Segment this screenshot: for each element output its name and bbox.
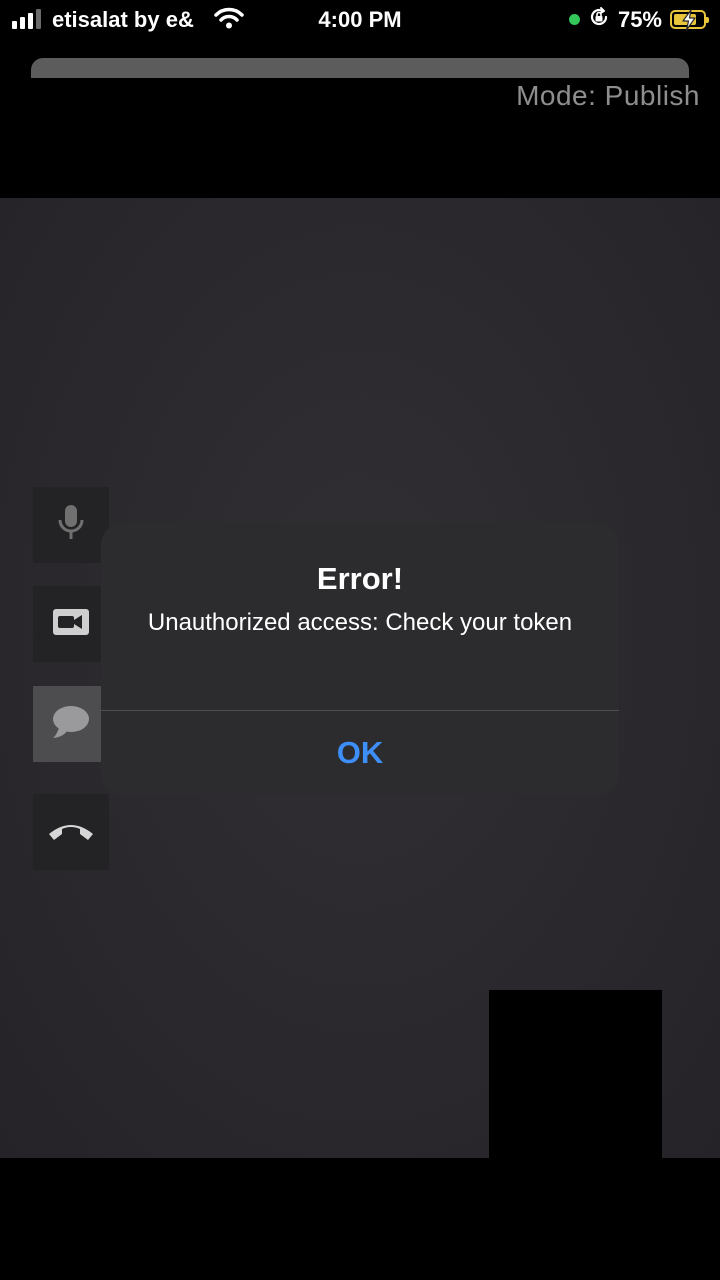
- microphone-icon: [56, 504, 86, 547]
- chat-button[interactable]: [33, 686, 109, 762]
- chat-bubble-icon: [51, 704, 91, 745]
- status-right-group: 75%: [568, 6, 709, 33]
- end-call-icon: [45, 818, 97, 847]
- mode-label: Mode: Publish: [516, 80, 700, 111]
- app-screen: etisalat by e& 4:00 PM 75% Mode: Publish…: [0, 0, 720, 1280]
- orientation-lock-icon: [588, 6, 610, 33]
- alert-ok-button[interactable]: OK: [101, 711, 619, 795]
- camera-in-use-indicator: [568, 14, 580, 25]
- video-camera-icon: [52, 607, 90, 642]
- battery-charging-icon: [670, 9, 709, 31]
- error-alert-dialog: Error! Unauthorized access: Check your t…: [101, 523, 619, 795]
- sheet-top-edge: [31, 58, 689, 78]
- battery-percentage: 75%: [617, 6, 662, 32]
- alert-title: Error!: [316, 561, 404, 596]
- local-video-preview: [489, 990, 662, 1158]
- mute-microphone-button[interactable]: [33, 487, 109, 563]
- end-call-button[interactable]: [33, 794, 109, 870]
- status-bar: etisalat by e& 4:00 PM 75%: [0, 0, 720, 40]
- toggle-video-button[interactable]: [33, 586, 109, 662]
- alert-message: Unauthorized access: Check your token: [147, 609, 573, 636]
